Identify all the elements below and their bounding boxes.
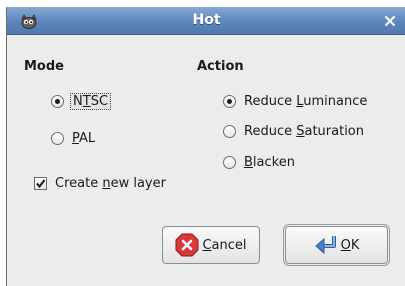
radio-indicator (223, 124, 236, 138)
dialog-title: Hot (192, 12, 221, 28)
radio-indicator (223, 155, 236, 169)
action-blacken-radio[interactable]: Blacken (223, 152, 295, 172)
checkbox-indicator (34, 176, 47, 190)
create-new-layer-label: Create new layer (55, 175, 166, 191)
radio-indicator (223, 94, 236, 108)
mode-pal-radio[interactable]: PAL (51, 128, 95, 148)
reduce-saturation-label: Reduce Saturation (244, 123, 364, 139)
ntsc-label: NTSC (70, 92, 112, 110)
ok-label: OK (340, 237, 360, 253)
blacken-label: Blacken (244, 154, 295, 170)
mode-heading: Mode (24, 59, 64, 74)
ok-icon (314, 236, 336, 255)
ok-button[interactable]: OK (283, 224, 390, 266)
radio-indicator (51, 94, 64, 108)
cancel-button[interactable]: Cancel (162, 226, 260, 264)
reduce-luminance-label: Reduce Luminance (244, 93, 368, 109)
close-button[interactable] (380, 11, 400, 31)
action-heading: Action (197, 59, 244, 74)
checkmark-icon (36, 178, 46, 188)
title-bar[interactable]: Hot (7, 7, 405, 35)
pal-label: PAL (72, 130, 96, 146)
mode-ntsc-radio[interactable]: NTSC (51, 91, 112, 111)
action-reduce-saturation-radio[interactable]: Reduce Saturation (223, 121, 364, 141)
radio-indicator (51, 131, 64, 145)
close-icon (385, 16, 395, 26)
cancel-label: Cancel (202, 237, 247, 253)
action-reduce-luminance-radio[interactable]: Reduce Luminance (223, 91, 367, 111)
cancel-icon (175, 233, 199, 257)
dialog-window: Hot Mode NTSC PAL Create new layer Actio… (6, 7, 405, 286)
create-new-layer-checkbox[interactable]: Create new layer (34, 173, 166, 193)
